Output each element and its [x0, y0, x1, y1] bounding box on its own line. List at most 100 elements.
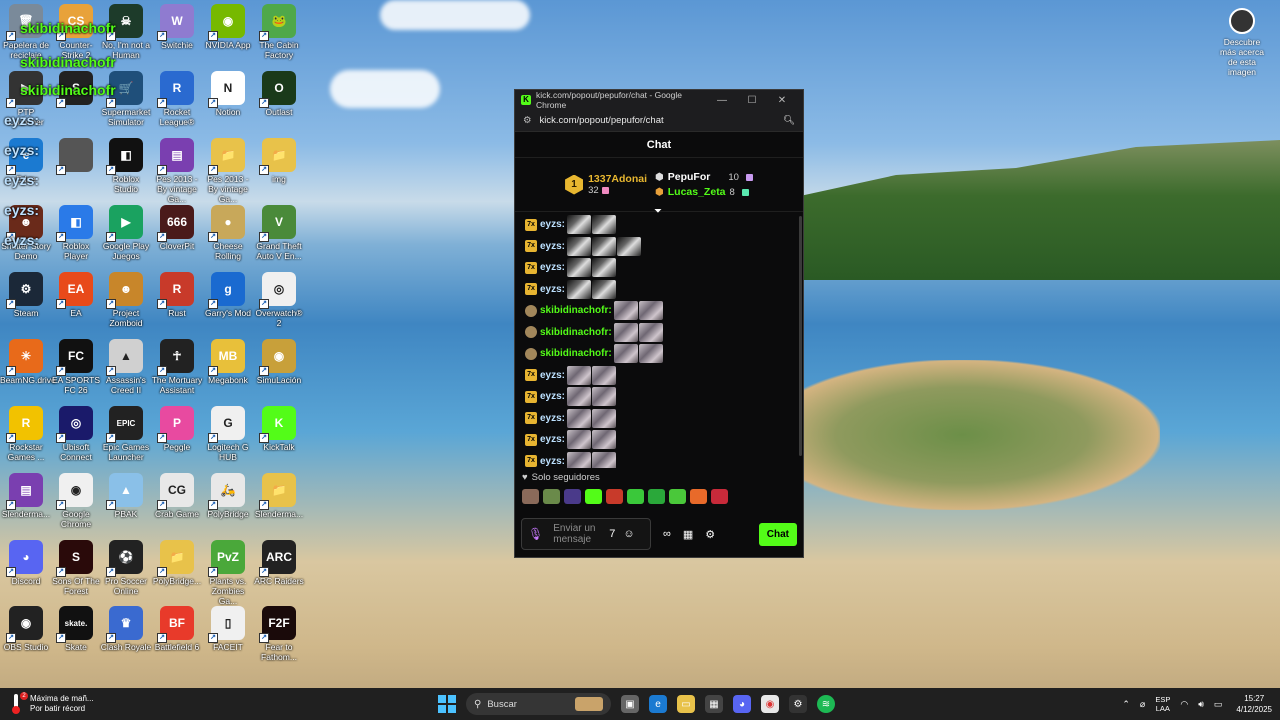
chat-messages[interactable]: 7x eyzs: 7x eyzs: 7x eyzs: 7x eyzs: skibidinacho… — [515, 212, 803, 468]
desktop-icon[interactable]: EA ↗ EA — [50, 272, 102, 318]
microphone-icon[interactable]: 🎙︎ — [528, 527, 543, 541]
desktop-icon[interactable]: ◎ ↗ Overwatch® 2 — [253, 272, 305, 328]
desktop-icon[interactable]: ◧ ↗ Roblox Studio — [100, 138, 152, 194]
desktop-icon[interactable]: ☥ ↗ The Mortuary Assistant — [151, 339, 203, 395]
chat-emote[interactable] — [617, 236, 642, 256]
desktop-icon[interactable]: 📁 ↗ PolyBridge... — [151, 540, 203, 586]
chat-message[interactable]: 7x eyzs: — [525, 257, 793, 279]
chat-username[interactable]: eyzs: — [540, 391, 565, 402]
chat-emote[interactable] — [613, 301, 638, 321]
desktop-icon[interactable]: O ↗ Outlast — [253, 71, 305, 117]
desktop-icon[interactable]: 🐸 ↗ The Cabin Factory — [253, 4, 305, 60]
chat-message[interactable]: 7x eyzs: — [525, 408, 793, 430]
chat-emote[interactable] — [567, 430, 592, 450]
start-button[interactable] — [438, 695, 456, 713]
chat-emote[interactable] — [592, 451, 617, 468]
desktop-icon[interactable]: CG ↗ Crab Game — [151, 473, 203, 519]
chat-emote[interactable] — [592, 365, 617, 385]
taskbar-search[interactable]: ⚲ Buscar — [466, 693, 611, 715]
chat-message[interactable]: 7x eyzs: — [525, 236, 793, 258]
chat-emote[interactable] — [638, 322, 663, 342]
desktop-icon[interactable]: ● ↗ Cheese Rolling — [202, 205, 254, 261]
maximize-button[interactable]: ☐ — [737, 95, 767, 106]
desktop-icon[interactable]: 666 ↗ CloverPit — [151, 205, 203, 251]
close-button[interactable]: ✕ — [767, 95, 797, 106]
chat-emote[interactable] — [592, 236, 617, 256]
desktop-icon[interactable]: ◉ ↗ SimuLación — [253, 339, 305, 385]
chat-emote[interactable] — [613, 322, 638, 342]
chat-username[interactable]: eyzs: — [540, 219, 565, 230]
desktop-icon[interactable]: 📁 ↗ Slenderma... — [253, 473, 305, 519]
desktop-icon[interactable]: skate. ↗ Skate — [50, 606, 102, 652]
desktop-icon[interactable]: ▶ ↗ Google Play Juegos — [100, 205, 152, 261]
desktop-icon[interactable]: 🛒 ↗ Supermarket Simulator — [100, 71, 152, 127]
quick-emote[interactable] — [648, 488, 665, 504]
desktop-icon[interactable]: N ↗ Notion — [202, 71, 254, 117]
chat-username[interactable]: eyzs: — [540, 241, 565, 252]
chat-input[interactable]: 🎙︎ Enviar un mensaje 7 ☺ — [521, 518, 651, 550]
quick-emote[interactable] — [627, 488, 644, 504]
chat-emote[interactable] — [592, 387, 617, 407]
desktop-icon[interactable]: ◕ ↗ Discord — [0, 540, 52, 586]
wifi-icon[interactable]: ◠ — [1180, 699, 1188, 710]
desktop-icon[interactable]: R ↗ Rust — [151, 272, 203, 318]
desktop-icon[interactable]: ↗ — [50, 138, 102, 175]
chat-emote[interactable] — [567, 236, 592, 256]
desktop-icon[interactable]: PvZ ↗ Plants vs. Zombies Ga... — [202, 540, 254, 606]
desktop-icon[interactable]: 🛵 ↗ PolyBridge — [202, 473, 254, 519]
desktop-icon[interactable]: F2F ↗ Fear to Fathom... — [253, 606, 305, 662]
chat-message[interactable]: skibidinachofr: — [525, 343, 793, 365]
quick-emote[interactable] — [543, 488, 560, 504]
desktop-icon[interactable]: 📁 ↗ img — [253, 138, 305, 184]
file-explorer-icon[interactable]: ▭ — [677, 695, 695, 713]
window-titlebar[interactable]: K kick.com/popout/pepufor/chat - Google … — [515, 90, 803, 110]
chat-emote[interactable] — [592, 408, 617, 428]
desktop-icon[interactable]: ▯ ↗ FACEIT — [202, 606, 254, 652]
chat-emote[interactable] — [592, 279, 617, 299]
spotify-icon[interactable]: ≋ — [817, 695, 835, 713]
points-icon[interactable]: ∞ — [663, 528, 671, 540]
desktop-icon[interactable]: ◉ ↗ NVIDIA App — [202, 4, 254, 50]
chat-message[interactable]: skibidinachofr: — [525, 300, 793, 322]
chat-emote[interactable] — [638, 301, 663, 321]
desktop-icon[interactable]: K ↗ KickTalk — [253, 406, 305, 452]
edge-icon[interactable]: e — [649, 695, 667, 713]
quick-emote[interactable] — [669, 488, 686, 504]
desktop-icon[interactable]: FC ↗ EA SPORTS FC 26 — [50, 339, 102, 395]
quick-emote[interactable] — [585, 488, 602, 504]
clock[interactable]: 15:27 4/12/2025 — [1236, 693, 1272, 715]
volume-icon[interactable]: 🔊︎ — [1198, 699, 1204, 710]
steam-icon[interactable]: ⚙ — [789, 695, 807, 713]
chat-message[interactable]: 7x eyzs: — [525, 365, 793, 387]
chat-emote[interactable] — [567, 365, 592, 385]
desktop-icon[interactable]: EPIC ↗ Epic Games Launcher — [100, 406, 152, 462]
network-off-icon[interactable]: ⌀ — [1140, 699, 1145, 710]
desktop-icon[interactable]: W ↗ Switchie — [151, 4, 203, 50]
desktop-icon[interactable]: g ↗ Garry's Mod — [202, 272, 254, 318]
desktop-icon[interactable]: V ↗ Grand Theft Auto V En... — [253, 205, 305, 261]
leader-third[interactable]: ⬢ Lucas_Zeta 8 — [655, 186, 753, 198]
task-view-icon[interactable]: ▣ — [621, 695, 639, 713]
chat-emote[interactable] — [567, 451, 592, 468]
desktop-icon[interactable]: ◧ ↗ Roblox Player — [50, 205, 102, 261]
chat-emote[interactable] — [638, 344, 663, 364]
desktop-icon[interactable]: BF ↗ Battlefield 6 — [151, 606, 203, 652]
chat-username[interactable]: eyzs: — [540, 262, 565, 273]
seven-tv-icon[interactable]: 7 — [609, 528, 615, 540]
chat-username[interactable]: eyzs: — [540, 370, 565, 381]
desktop-icon[interactable]: P ↗ Peggle — [151, 406, 203, 452]
desktop-icon[interactable]: ◎ ↗ Ubisoft Connect — [50, 406, 102, 462]
chat-username[interactable]: skibidinachofr: — [540, 305, 612, 316]
settings-gear-icon[interactable]: ⚙ — [705, 528, 715, 541]
chrome-icon[interactable]: ◉ — [761, 695, 779, 713]
desktop-icon[interactable]: G ↗ Logitech G HUB — [202, 406, 254, 462]
desktop-icon[interactable]: ◉ ↗ OBS Studio — [0, 606, 52, 652]
store-icon[interactable]: ▦ — [683, 528, 693, 541]
desktop-icon[interactable]: ◉ ↗ Google Chrome — [50, 473, 102, 529]
desktop-icon[interactable]: ▲ ↗ Assassin's Creed II — [100, 339, 152, 395]
minimize-button[interactable]: — — [707, 95, 737, 106]
desktop-icon[interactable]: ♛ ↗ Clash Royale — [100, 606, 152, 652]
battery-icon[interactable]: ▭ — [1214, 699, 1223, 710]
quick-emote[interactable] — [711, 488, 728, 504]
desktop-icon[interactable]: ARC ↗ ARC Raiders — [253, 540, 305, 586]
